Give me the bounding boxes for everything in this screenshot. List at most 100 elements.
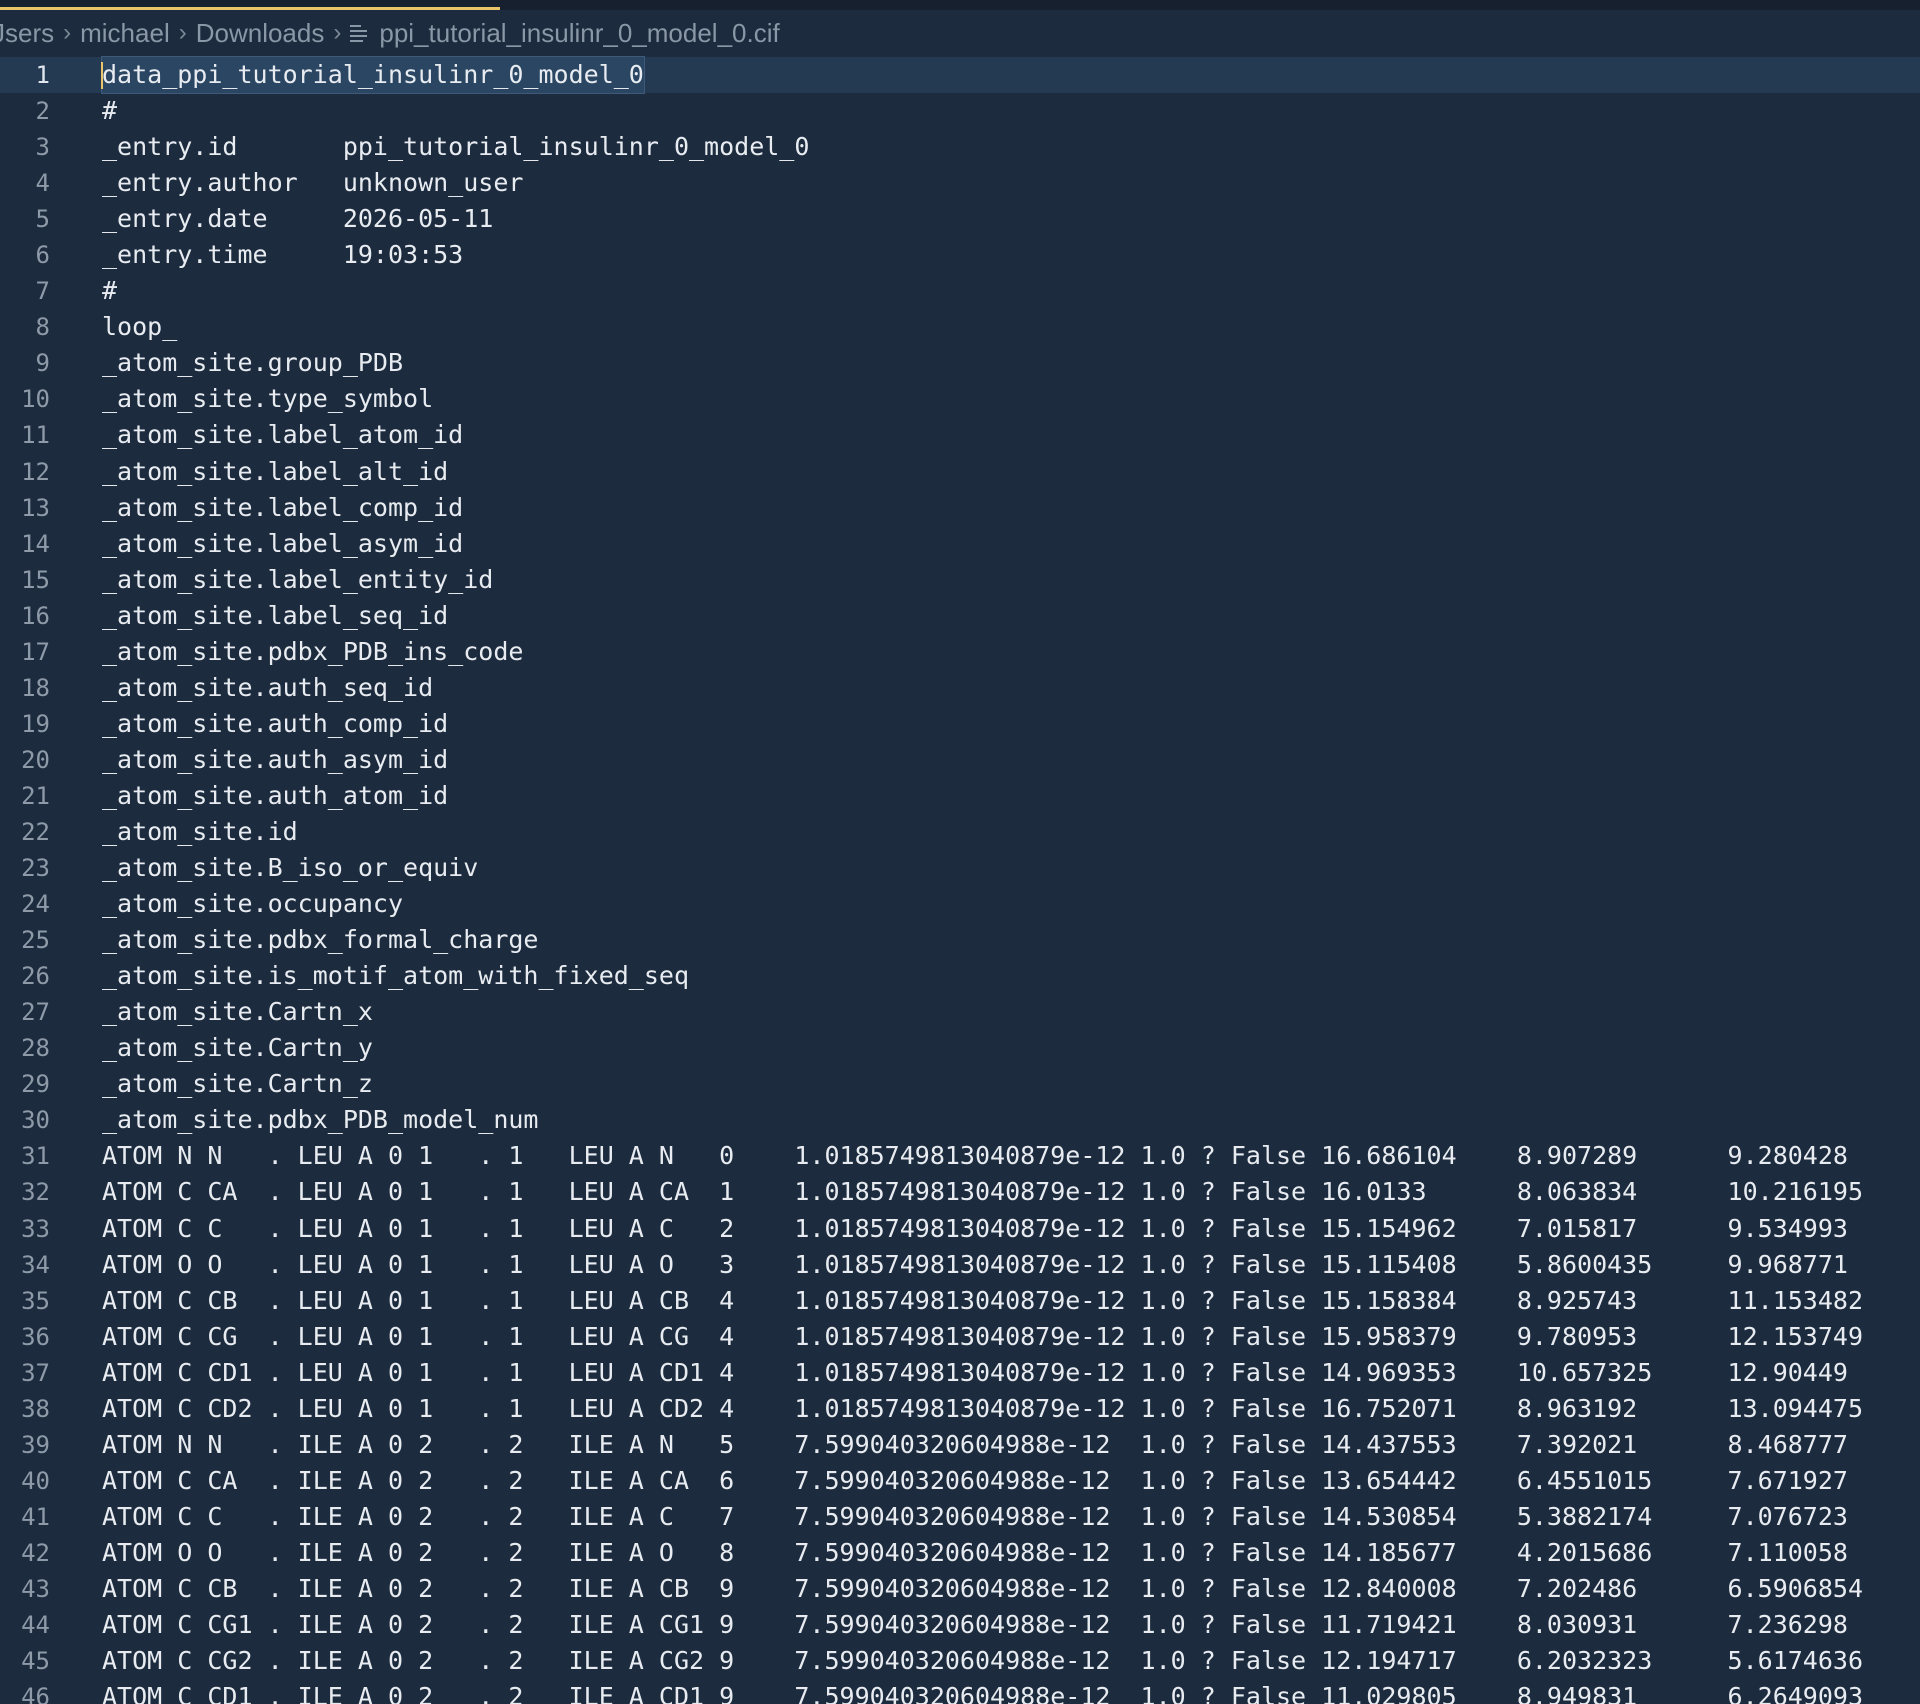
line-text[interactable]: _atom_site.label_alt_id <box>102 454 448 490</box>
line-text[interactable]: ATOM C CD2 . LEU A 0 1 . 1 LEU A CD2 4 1… <box>102 1391 1920 1427</box>
line-text[interactable]: _atom_site.label_comp_id <box>102 490 463 526</box>
code-line[interactable]: 40 ATOM C CA . ILE A 0 2 . 2 ILE A CA 6 7… <box>0 1463 1920 1499</box>
line-text[interactable]: ATOM C CB . LEU A 0 1 . 1 LEU A CB 4 1.0… <box>102 1283 1920 1319</box>
breadcrumb-item-users[interactable]: Jsers <box>0 18 54 49</box>
code-line[interactable]: 26 _atom_site.is_motif_atom_with_fixed_se… <box>0 958 1920 994</box>
code-line[interactable]: 15 _atom_site.label_entity_id <box>0 562 1920 598</box>
line-text[interactable]: _entry.date 2026-05-11 <box>102 201 493 237</box>
code-line[interactable]: 29 _atom_site.Cartn_z <box>0 1066 1920 1102</box>
line-text[interactable]: _atom_site.group_PDB <box>102 345 403 381</box>
line-text[interactable]: _atom_site.auth_asym_id <box>102 742 448 778</box>
line-text[interactable]: _atom_site.label_asym_id <box>102 526 463 562</box>
code-line[interactable]: 4 _entry.author unknown_user <box>0 165 1920 201</box>
line-text[interactable]: loop_ <box>102 309 177 345</box>
line-text[interactable]: # <box>102 273 117 309</box>
line-text[interactable]: ATOM C CB . ILE A 0 2 . 2 ILE A CB 9 7.5… <box>102 1571 1920 1607</box>
line-text[interactable]: data_ppi_tutorial_insulinr_0_model_0 <box>101 55 645 95</box>
line-text[interactable]: _atom_site.auth_seq_id <box>102 670 433 706</box>
code-line[interactable]: 23 _atom_site.B_iso_or_equiv <box>0 850 1920 886</box>
code-line[interactable]: 30 _atom_site.pdbx_PDB_model_num <box>0 1102 1920 1138</box>
code-line[interactable]: 18 _atom_site.auth_seq_id <box>0 670 1920 706</box>
code-line[interactable]: 32 ATOM C CA . LEU A 0 1 . 1 LEU A CA 1 1… <box>0 1174 1920 1210</box>
line-text[interactable]: _entry.id ppi_tutorial_insulinr_0_model_… <box>102 129 809 165</box>
line-text[interactable]: ATOM N N . LEU A 0 1 . 1 LEU A N 0 1.018… <box>102 1138 1920 1174</box>
code-line[interactable]: 27 _atom_site.Cartn_x <box>0 994 1920 1030</box>
code-line[interactable]: 16 _atom_site.label_seq_id <box>0 598 1920 634</box>
line-number: 46 <box>21 1683 50 1704</box>
line-text[interactable]: ATOM N N . ILE A 0 2 . 2 ILE A N 5 7.599… <box>102 1427 1920 1463</box>
line-text[interactable]: _atom_site.auth_comp_id <box>102 706 448 742</box>
code-line[interactable]: 17 _atom_site.pdbx_PDB_ins_code <box>0 634 1920 670</box>
code-line[interactable]: 42 ATOM O O . ILE A 0 2 . 2 ILE A O 8 7.5… <box>0 1535 1920 1571</box>
code-line[interactable]: 7 # <box>0 273 1920 309</box>
line-text[interactable]: _atom_site.auth_atom_id <box>102 778 448 814</box>
line-text[interactable]: ATOM C CA . LEU A 0 1 . 1 LEU A CA 1 1.0… <box>102 1174 1920 1210</box>
line-text[interactable]: ATOM C CA . ILE A 0 2 . 2 ILE A CA 6 7.5… <box>102 1463 1920 1499</box>
code-line[interactable]: 39 ATOM N N . ILE A 0 2 . 2 ILE A N 5 7.5… <box>0 1427 1920 1463</box>
code-line[interactable]: 44 ATOM C CG1 . ILE A 0 2 . 2 ILE A CG1 9… <box>0 1607 1920 1643</box>
line-text[interactable]: ATOM O O . ILE A 0 2 . 2 ILE A O 8 7.599… <box>102 1535 1920 1571</box>
line-number: 30 <box>21 1106 50 1135</box>
code-line[interactable]: 19 _atom_site.auth_comp_id <box>0 706 1920 742</box>
code-line[interactable]: 21 _atom_site.auth_atom_id <box>0 778 1920 814</box>
line-text[interactable]: _atom_site.Cartn_y <box>102 1030 373 1066</box>
line-text[interactable]: _atom_site.type_symbol <box>102 381 433 417</box>
line-text[interactable]: # <box>102 93 117 129</box>
code-line[interactable]: 13 _atom_site.label_comp_id <box>0 490 1920 526</box>
code-line[interactable]: 24 _atom_site.occupancy <box>0 886 1920 922</box>
line-text[interactable]: _atom_site.occupancy <box>102 886 403 922</box>
breadcrumb-item-downloads[interactable]: Downloads <box>196 18 325 49</box>
line-text[interactable]: _atom_site.is_motif_atom_with_fixed_seq <box>102 958 689 994</box>
code-lines[interactable]: 1 data_ppi_tutorial_insulinr_0_model_0 2 #3… <box>0 55 1920 1704</box>
code-line[interactable]: 8 loop_ <box>0 309 1920 345</box>
line-text[interactable]: ATOM C CD1 . LEU A 0 1 . 1 LEU A CD1 4 1… <box>102 1355 1920 1391</box>
code-line[interactable]: 38 ATOM C CD2 . LEU A 0 1 . 1 LEU A CD2 4… <box>0 1391 1920 1427</box>
code-line[interactable]: 41 ATOM C C . ILE A 0 2 . 2 ILE A C 7 7.5… <box>0 1499 1920 1535</box>
code-line[interactable]: 5 _entry.date 2026-05-11 <box>0 201 1920 237</box>
line-text[interactable]: ATOM C CG . LEU A 0 1 . 1 LEU A CG 4 1.0… <box>102 1319 1920 1355</box>
code-line[interactable]: 25 _atom_site.pdbx_formal_charge <box>0 922 1920 958</box>
line-text[interactable]: ATOM C CG1 . ILE A 0 2 . 2 ILE A CG1 9 7… <box>102 1607 1920 1643</box>
line-text[interactable]: _atom_site.id <box>102 814 298 850</box>
line-text[interactable]: _atom_site.Cartn_z <box>102 1066 373 1102</box>
code-line[interactable]: 34 ATOM O O . LEU A 0 1 . 1 LEU A O 3 1.0… <box>0 1247 1920 1283</box>
code-line[interactable]: 10 _atom_site.type_symbol <box>0 381 1920 417</box>
code-line[interactable]: 20 _atom_site.auth_asym_id <box>0 742 1920 778</box>
line-text[interactable]: _entry.author unknown_user <box>102 165 523 201</box>
line-text[interactable]: ATOM C CG2 . ILE A 0 2 . 2 ILE A CG2 9 7… <box>102 1643 1920 1679</box>
line-text[interactable]: _atom_site.label_seq_id <box>102 598 448 634</box>
code-line[interactable]: 43 ATOM C CB . ILE A 0 2 . 2 ILE A CB 9 7… <box>0 1571 1920 1607</box>
line-text[interactable]: ATOM C CD1 . ILE A 0 2 . 2 ILE A CD1 9 7… <box>102 1679 1920 1704</box>
code-line[interactable]: 22 _atom_site.id <box>0 814 1920 850</box>
code-line[interactable]: 1 data_ppi_tutorial_insulinr_0_model_0 <box>0 55 1920 95</box>
line-text[interactable]: _atom_site.pdbx_PDB_model_num <box>102 1102 539 1138</box>
line-text[interactable]: _atom_site.label_entity_id <box>102 562 493 598</box>
code-line[interactable]: 45 ATOM C CG2 . ILE A 0 2 . 2 ILE A CG2 9… <box>0 1643 1920 1679</box>
code-line[interactable]: 36 ATOM C CG . LEU A 0 1 . 1 LEU A CG 4 1… <box>0 1319 1920 1355</box>
code-line[interactable]: 37 ATOM C CD1 . LEU A 0 1 . 1 LEU A CD1 4… <box>0 1355 1920 1391</box>
code-line[interactable]: 28 _atom_site.Cartn_y <box>0 1030 1920 1066</box>
code-line[interactable]: 9 _atom_site.group_PDB <box>0 345 1920 381</box>
line-text[interactable]: _atom_site.pdbx_formal_charge <box>102 922 539 958</box>
line-text[interactable]: _entry.time 19:03:53 <box>102 237 463 273</box>
code-line[interactable]: 31 ATOM N N . LEU A 0 1 . 1 LEU A N 0 1.0… <box>0 1138 1920 1174</box>
line-text[interactable]: _atom_site.pdbx_PDB_ins_code <box>102 634 523 670</box>
line-text[interactable]: _atom_site.Cartn_x <box>102 994 373 1030</box>
line-text[interactable]: ATOM C C . LEU A 0 1 . 1 LEU A C 2 1.018… <box>102 1211 1920 1247</box>
code-line[interactable]: 11 _atom_site.label_atom_id <box>0 417 1920 453</box>
code-line[interactable]: 3 _entry.id ppi_tutorial_insulinr_0_model… <box>0 129 1920 165</box>
code-editor[interactable]: Jsers › michael › Downloads › ppi_tutori… <box>0 0 1920 1704</box>
code-line[interactable]: 2 # <box>0 93 1920 129</box>
code-line[interactable]: 33 ATOM C C . LEU A 0 1 . 1 LEU A C 2 1.0… <box>0 1211 1920 1247</box>
code-line[interactable]: 12 _atom_site.label_alt_id <box>0 454 1920 490</box>
line-text[interactable]: _atom_site.label_atom_id <box>102 417 463 453</box>
breadcrumb-item-michael[interactable]: michael <box>80 18 170 49</box>
code-line[interactable]: 46 ATOM C CD1 . ILE A 0 2 . 2 ILE A CD1 9… <box>0 1679 1920 1704</box>
line-text[interactable]: ATOM C C . ILE A 0 2 . 2 ILE A C 7 7.599… <box>102 1499 1920 1535</box>
code-line[interactable]: 6 _entry.time 19:03:53 <box>0 237 1920 273</box>
code-line[interactable]: 14 _atom_site.label_asym_id <box>0 526 1920 562</box>
line-text[interactable]: ATOM O O . LEU A 0 1 . 1 LEU A O 3 1.018… <box>102 1247 1920 1283</box>
line-text[interactable]: _atom_site.B_iso_or_equiv <box>102 850 478 886</box>
code-line[interactable]: 35 ATOM C CB . LEU A 0 1 . 1 LEU A CB 4 1… <box>0 1283 1920 1319</box>
breadcrumb-item-file[interactable]: ppi_tutorial_insulinr_0_model_0.cif <box>379 18 779 49</box>
